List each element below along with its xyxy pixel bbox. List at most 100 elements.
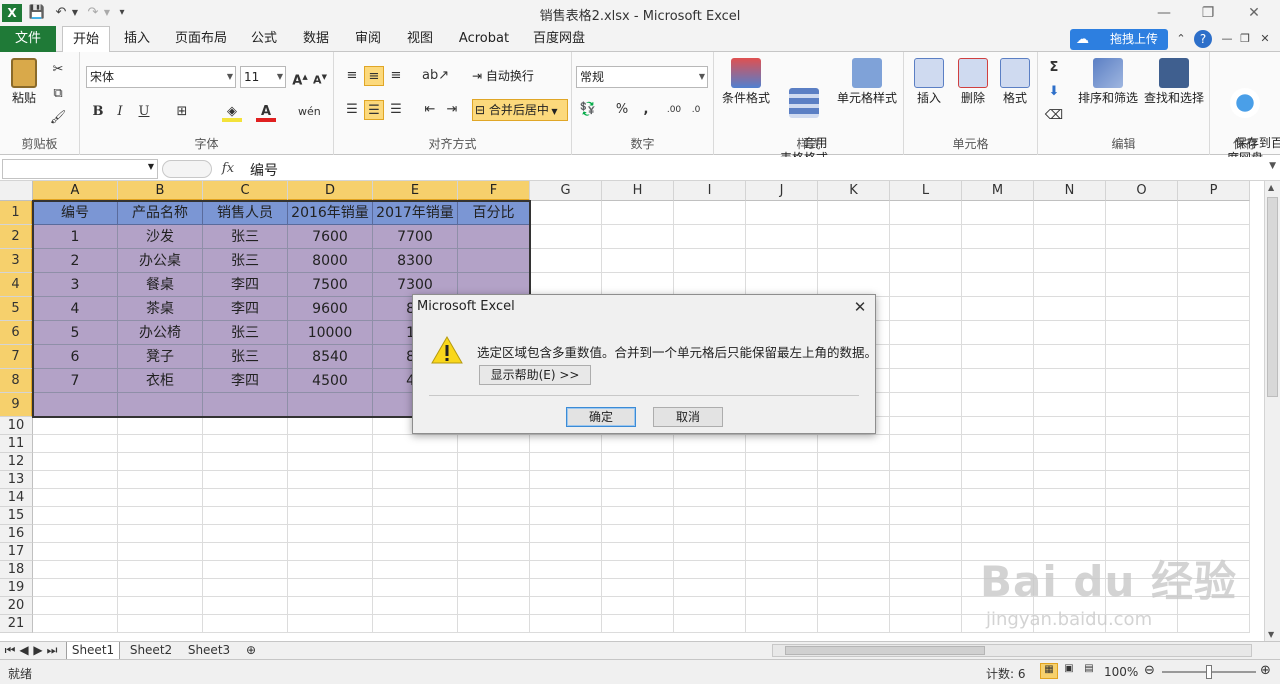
table-cell[interactable]: 4500 bbox=[288, 369, 373, 393]
grid-cell[interactable] bbox=[1106, 453, 1178, 471]
grid-cell[interactable] bbox=[746, 201, 818, 225]
grid-cell[interactable] bbox=[890, 597, 962, 615]
grid-cell[interactable] bbox=[458, 561, 530, 579]
column-header-n[interactable]: N bbox=[1034, 181, 1106, 201]
grid-cell[interactable] bbox=[530, 489, 602, 507]
row-header-21[interactable]: 21 bbox=[0, 615, 33, 633]
column-header-b[interactable]: B bbox=[118, 181, 203, 201]
grid-cell[interactable] bbox=[458, 435, 530, 453]
grid-cell[interactable] bbox=[818, 507, 890, 525]
decrease-font-icon[interactable]: A▼ bbox=[310, 67, 330, 87]
table-header-cell[interactable]: 2016年销量 bbox=[288, 201, 373, 225]
grid-cell[interactable] bbox=[288, 579, 373, 597]
align-center-icon[interactable]: ☰ bbox=[364, 100, 384, 120]
grid-cell[interactable] bbox=[530, 525, 602, 543]
grid-cell[interactable] bbox=[373, 489, 458, 507]
grid-cell[interactable] bbox=[203, 471, 288, 489]
percent-icon[interactable]: % bbox=[612, 100, 632, 120]
grid-cell[interactable] bbox=[602, 579, 674, 597]
grid-cell[interactable] bbox=[746, 471, 818, 489]
copy-icon[interactable]: ⧉ bbox=[48, 84, 68, 104]
column-header-d[interactable]: D bbox=[288, 181, 373, 201]
delete-cells-button[interactable]: 删除 bbox=[952, 58, 994, 106]
zoom-slider-thumb[interactable] bbox=[1206, 665, 1212, 679]
scroll-up-icon[interactable]: ▲ bbox=[1268, 183, 1274, 192]
table-cell[interactable] bbox=[33, 393, 118, 417]
grid-cell[interactable] bbox=[33, 435, 118, 453]
grid-cell[interactable] bbox=[674, 579, 746, 597]
grid-cell[interactable] bbox=[373, 435, 458, 453]
grid-cell[interactable] bbox=[1106, 201, 1178, 225]
grid-cell[interactable] bbox=[962, 471, 1034, 489]
grid-cell[interactable] bbox=[818, 249, 890, 273]
grid-cell[interactable] bbox=[818, 453, 890, 471]
grid-cell[interactable] bbox=[118, 453, 203, 471]
increase-indent-icon[interactable]: ⇥ bbox=[442, 100, 462, 120]
grid-cell[interactable] bbox=[1178, 471, 1250, 489]
grid-cell[interactable] bbox=[602, 201, 674, 225]
table-cell[interactable]: 张三 bbox=[203, 345, 288, 369]
grid-cell[interactable] bbox=[1034, 297, 1106, 321]
grid-cell[interactable] bbox=[1106, 525, 1178, 543]
grid-cell[interactable] bbox=[602, 225, 674, 249]
tab-view[interactable]: 视图 bbox=[400, 26, 440, 52]
column-header-j[interactable]: J bbox=[746, 181, 818, 201]
grid-cell[interactable] bbox=[674, 489, 746, 507]
grid-cell[interactable] bbox=[530, 615, 602, 633]
table-cell[interactable]: 李四 bbox=[203, 369, 288, 393]
grid-cell[interactable] bbox=[1034, 249, 1106, 273]
grid-cell[interactable] bbox=[746, 525, 818, 543]
grid-cell[interactable] bbox=[674, 453, 746, 471]
grid-cell[interactable] bbox=[118, 525, 203, 543]
grid-cell[interactable] bbox=[674, 507, 746, 525]
grid-cell[interactable] bbox=[203, 417, 288, 435]
row-header-10[interactable]: 10 bbox=[0, 417, 33, 435]
row-header-5[interactable]: 5 bbox=[0, 297, 33, 321]
table-cell[interactable]: 7700 bbox=[373, 225, 458, 249]
table-cell[interactable]: 10000 bbox=[288, 321, 373, 345]
grid-cell[interactable] bbox=[1034, 417, 1106, 435]
table-cell[interactable]: 沙发 bbox=[118, 225, 203, 249]
grid-cell[interactable] bbox=[1178, 201, 1250, 225]
paste-button[interactable]: 粘贴 bbox=[6, 58, 42, 106]
grid-cell[interactable] bbox=[33, 543, 118, 561]
prev-sheet-icon[interactable]: ◀ bbox=[18, 642, 30, 660]
first-sheet-icon[interactable]: ⏮ bbox=[4, 642, 16, 660]
grid-cell[interactable] bbox=[818, 597, 890, 615]
grid-cell[interactable] bbox=[746, 507, 818, 525]
grid-cell[interactable] bbox=[118, 435, 203, 453]
grid-cell[interactable] bbox=[33, 579, 118, 597]
row-header-20[interactable]: 20 bbox=[0, 597, 33, 615]
grid-cell[interactable] bbox=[962, 435, 1034, 453]
last-sheet-icon[interactable]: ⏭ bbox=[46, 642, 58, 660]
grid-cell[interactable] bbox=[602, 597, 674, 615]
grid-cell[interactable] bbox=[890, 489, 962, 507]
sheet-tab-sheet3[interactable]: Sheet3 bbox=[182, 642, 236, 660]
grid-cell[interactable] bbox=[818, 435, 890, 453]
grid-cell[interactable] bbox=[288, 615, 373, 633]
grid-cell[interactable] bbox=[288, 471, 373, 489]
table-cell[interactable]: 6 bbox=[33, 345, 118, 369]
column-header-k[interactable]: K bbox=[818, 181, 890, 201]
restore-icon[interactable]: ❐ bbox=[1194, 2, 1222, 24]
grid-cell[interactable] bbox=[203, 507, 288, 525]
grid-cell[interactable] bbox=[674, 543, 746, 561]
scroll-down-icon[interactable]: ▼ bbox=[1268, 630, 1274, 639]
grid-cell[interactable] bbox=[602, 471, 674, 489]
grid-cell[interactable] bbox=[33, 525, 118, 543]
table-cell[interactable]: 张三 bbox=[203, 249, 288, 273]
grid-cell[interactable] bbox=[818, 543, 890, 561]
grid-cell[interactable] bbox=[890, 435, 962, 453]
grid-cell[interactable] bbox=[530, 201, 602, 225]
table-header-cell[interactable]: 2017年销量 bbox=[373, 201, 458, 225]
help-icon[interactable]: ? bbox=[1194, 30, 1212, 48]
grid-cell[interactable] bbox=[818, 615, 890, 633]
grid-cell[interactable] bbox=[288, 525, 373, 543]
normal-view-icon[interactable]: ▦ bbox=[1040, 663, 1058, 679]
border-icon[interactable]: ⊞ bbox=[172, 102, 192, 122]
font-color-icon[interactable]: A bbox=[256, 102, 276, 122]
grid-cell[interactable] bbox=[1178, 249, 1250, 273]
grid-cell[interactable] bbox=[373, 525, 458, 543]
grid-cell[interactable] bbox=[373, 507, 458, 525]
sort-filter-button[interactable]: 排序和筛选 bbox=[1076, 58, 1140, 106]
